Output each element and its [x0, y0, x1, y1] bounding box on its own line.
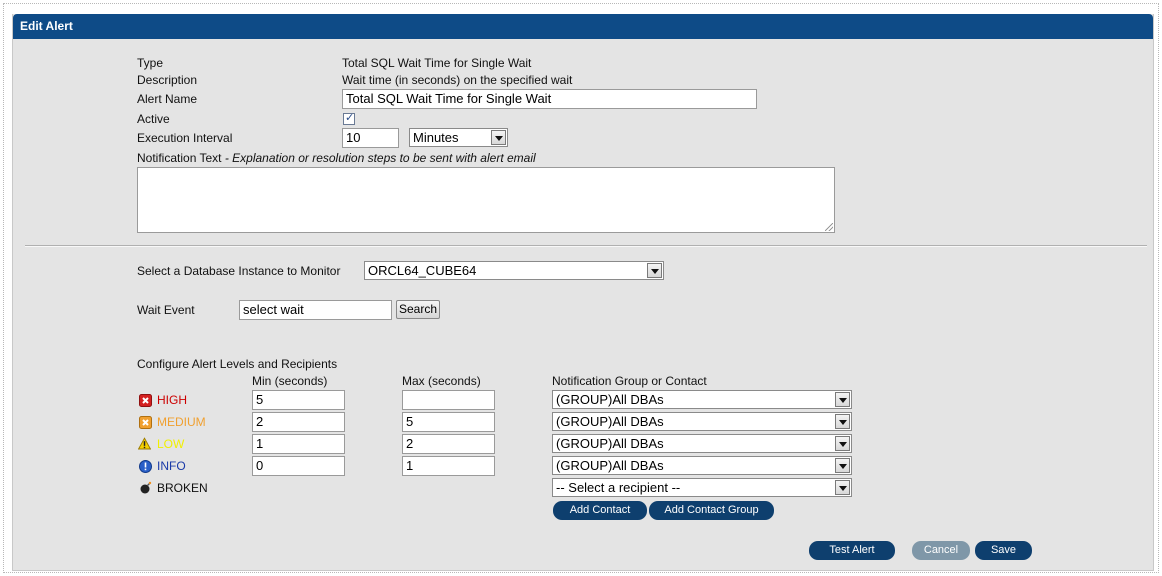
high-contact-select[interactable]: (GROUP)All DBAs [552, 390, 852, 409]
resize-grip-icon[interactable] [825, 223, 833, 231]
medium-warning-icon [139, 416, 152, 429]
add-contact-button[interactable]: Add Contact [553, 501, 647, 520]
active-checkbox[interactable] [343, 111, 355, 125]
high-error-icon [139, 394, 152, 407]
notification-text-area[interactable] [137, 167, 835, 233]
info-contact-value: (GROUP)All DBAs [556, 458, 664, 473]
chevron-down-icon [835, 414, 850, 429]
description-value: Wait time (in seconds) on the specified … [342, 73, 573, 87]
cancel-button[interactable]: Cancel [912, 541, 970, 560]
low-warning-triangle-icon [138, 437, 151, 450]
execution-interval-unit-select[interactable]: Minutes [409, 128, 508, 147]
chevron-down-icon [835, 458, 850, 473]
type-label: Type [137, 56, 164, 70]
chevron-down-icon [491, 130, 506, 145]
type-value: Total SQL Wait Time for Single Wait [342, 56, 532, 70]
search-button[interactable]: Search [396, 300, 440, 319]
page-frame: Edit Alert Type Total SQL Wait Time for … [3, 3, 1159, 573]
edit-alert-panel: Edit Alert Type Total SQL Wait Time for … [12, 14, 1154, 571]
chevron-down-icon [647, 263, 662, 278]
level-name-low: LOW [157, 437, 185, 451]
notification-text-label: Notification Text - Explanation or resol… [137, 151, 536, 165]
execution-interval-unit-value: Minutes [413, 130, 459, 145]
chevron-down-icon [835, 436, 850, 451]
instance-label: Select a Database Instance to Monitor [137, 264, 341, 278]
broken-contact-select[interactable]: -- Select a recipient -- [552, 478, 852, 497]
medium-contact-select[interactable]: (GROUP)All DBAs [552, 412, 852, 431]
instance-value: ORCL64_CUBE64 [368, 263, 477, 278]
info-min-input[interactable]: 0 [252, 456, 345, 476]
chevron-down-icon [835, 392, 850, 407]
save-button[interactable]: Save [975, 541, 1032, 560]
broken-contact-value: -- Select a recipient -- [556, 480, 681, 495]
execution-interval-input[interactable]: 10 [342, 128, 399, 148]
instance-select[interactable]: ORCL64_CUBE64 [364, 261, 664, 280]
panel-title: Edit Alert [13, 14, 1153, 39]
info-icon [139, 460, 152, 473]
min-column-header: Min (seconds) [252, 374, 328, 388]
high-max-input[interactable] [402, 390, 495, 410]
bomb-icon [140, 481, 152, 494]
low-contact-select[interactable]: (GROUP)All DBAs [552, 434, 852, 453]
test-alert-button[interactable]: Test Alert [809, 541, 895, 560]
level-name-medium: MEDIUM [157, 415, 206, 429]
levels-section-title: Configure Alert Levels and Recipients [137, 357, 338, 371]
alert-name-label: Alert Name [137, 92, 198, 106]
high-contact-value: (GROUP)All DBAs [556, 392, 664, 407]
info-max-input[interactable]: 1 [402, 456, 495, 476]
notification-text-hint: - Explanation or resolution steps to be … [221, 151, 536, 165]
section-divider [25, 245, 1147, 247]
wait-event-input[interactable]: select wait [239, 300, 392, 320]
medium-min-input[interactable]: 2 [252, 412, 345, 432]
chevron-down-icon [835, 480, 850, 495]
low-max-input[interactable]: 2 [402, 434, 495, 454]
alert-name-input[interactable]: Total SQL Wait Time for Single Wait [342, 89, 757, 109]
medium-contact-value: (GROUP)All DBAs [556, 414, 664, 429]
high-min-input[interactable]: 5 [252, 390, 345, 410]
active-label: Active [137, 112, 170, 126]
low-contact-value: (GROUP)All DBAs [556, 436, 664, 451]
level-name-info: INFO [157, 459, 186, 473]
info-contact-select[interactable]: (GROUP)All DBAs [552, 456, 852, 475]
execution-interval-label: Execution Interval [137, 131, 233, 145]
level-name-broken: BROKEN [157, 481, 208, 495]
notification-text-title: Notification Text [137, 151, 222, 165]
add-contact-group-button[interactable]: Add Contact Group [649, 501, 774, 520]
description-label: Description [137, 73, 198, 87]
level-name-high: HIGH [157, 393, 187, 407]
max-column-header: Max (seconds) [402, 374, 481, 388]
contact-column-header: Notification Group or Contact [552, 374, 707, 388]
wait-event-label: Wait Event [137, 303, 195, 317]
low-min-input[interactable]: 1 [252, 434, 345, 454]
medium-max-input[interactable]: 5 [402, 412, 495, 432]
